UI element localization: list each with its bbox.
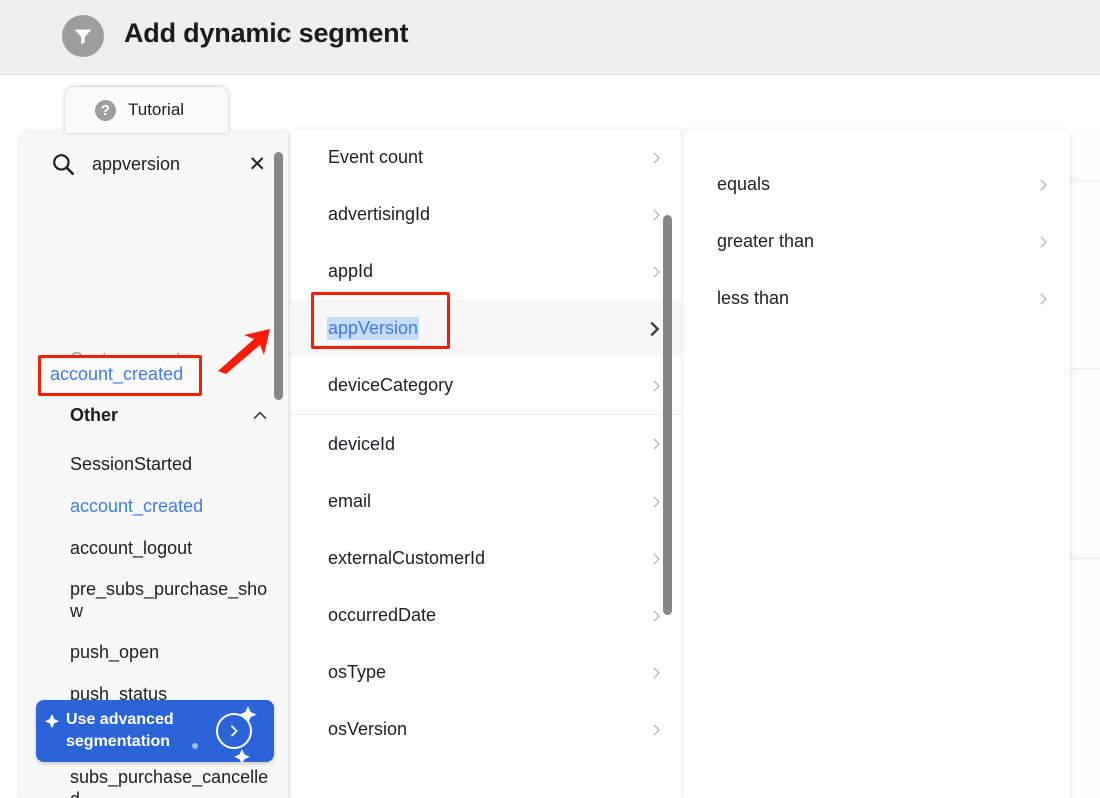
attribute-item-deviceid[interactable]: deviceId [290,415,681,473]
attribute-item-devicecategory[interactable]: deviceCategory [290,357,681,414]
operator-item-equals[interactable]: equals [681,156,1070,213]
attribute-item-externalcustomerid[interactable]: externalCustomerId [290,530,681,587]
page-title: Add dynamic segment [124,18,409,48]
operator-list: equals greater than less than [681,156,1070,327]
attribute-label: deviceCategory [328,375,454,395]
search-row[interactable]: appversion ✕ [20,131,288,197]
question-mark-icon: ? [95,99,116,121]
attribute-item-event-count[interactable]: Event count [290,129,681,186]
chevron-right-icon[interactable] [216,713,252,749]
attribute-label: Event count [328,147,424,167]
attribute-label: advertisingId [328,204,431,224]
tab-tutorial-label: Tutorial [128,100,185,119]
event-scrollbar[interactable] [273,131,285,798]
attribute-label: appVersion [327,317,420,340]
chevron-right-icon [1034,176,1052,194]
chevron-up-icon[interactable] [250,406,270,426]
attribute-item-appversion[interactable]: appVersion [290,300,681,357]
attribute-label: osVersion [328,719,408,739]
operator-panel: equals greater than less than [681,130,1070,798]
clear-search-icon[interactable]: ✕ [244,154,270,175]
search-icon [50,151,76,177]
event-scrollbar-thumb[interactable] [274,152,283,400]
event-item-sessionstarted[interactable]: SessionStarted [20,444,288,486]
annotation-box-account-created-text: account_created [50,364,184,384]
tab-tutorial[interactable]: ? Tutorial [65,87,228,133]
attribute-label: osType [328,662,387,682]
event-item-account-logout[interactable]: account_logout [20,528,288,570]
attribute-list: Event count advertisingId appId appVersi… [290,129,681,758]
group-header-label: Other [70,405,119,425]
event-item-subs-purchase-cancelled[interactable]: subs_purchase_cancelled [20,758,288,798]
advanced-button-label: Use advanced segmentation [66,709,216,753]
operator-label: equals [717,174,771,194]
event-label: pre_subs_purchase_show [70,579,268,621]
attribute-label: deviceId [328,433,396,454]
event-label: subs_purchase_cancelled [70,767,269,798]
operator-label: greater than [717,231,815,251]
attribute-scrollbar[interactable] [662,129,674,798]
attribute-item-advertisingid[interactable]: advertisingId [290,186,681,243]
attribute-label: externalCustomerId [328,548,486,568]
use-advanced-segmentation-button[interactable]: Use advanced segmentation [36,700,274,762]
attribute-item-email[interactable]: email [290,473,681,530]
chevron-right-icon [1034,233,1052,251]
page-header: Add dynamic segment [0,0,1100,75]
group-header-other[interactable]: Other [70,405,270,426]
attribute-label: email [328,491,372,511]
attribute-item-osversion[interactable]: osVersion [290,701,681,758]
attribute-panel: Event count advertisingId appId appVersi… [290,129,681,798]
attribute-item-occurreddate[interactable]: occurredDate [290,587,681,644]
advanced-button-line2: segmentation [66,733,171,750]
event-label: SessionStarted [70,454,193,475]
event-panel: appversion ✕ Custom event Other SessionS… [20,131,288,798]
funnel-icon [62,15,104,57]
app-root: Add dynamic segment ? Tutorial equals gr… [0,0,1100,798]
annotation-arrow-icon [218,329,270,374]
attribute-label: appId [328,261,374,281]
event-label: account_logout [70,538,193,559]
background-rows [1070,130,1100,798]
attribute-scrollbar-thumb[interactable] [663,215,672,615]
operator-item-less-than[interactable]: less than [681,270,1070,327]
attribute-item-ostype[interactable]: osType [290,644,681,701]
chevron-right-icon [1034,290,1052,308]
operator-item-greater-than[interactable]: greater than [681,213,1070,270]
search-input[interactable]: appversion [92,154,244,175]
event-item-push-open[interactable]: push_open [20,632,288,674]
event-label: push_open [70,642,160,663]
attribute-label: occurredDate [328,605,437,625]
attribute-item-appid[interactable]: appId [290,243,681,300]
event-label: account_created [70,496,204,517]
event-item-pre-subs-purchase-show[interactable]: pre_subs_purchase_show [20,570,288,632]
event-item-account-created[interactable]: account_created [20,486,288,528]
advanced-button-line1: Use advanced [66,711,174,728]
operator-label: less than [717,288,790,308]
